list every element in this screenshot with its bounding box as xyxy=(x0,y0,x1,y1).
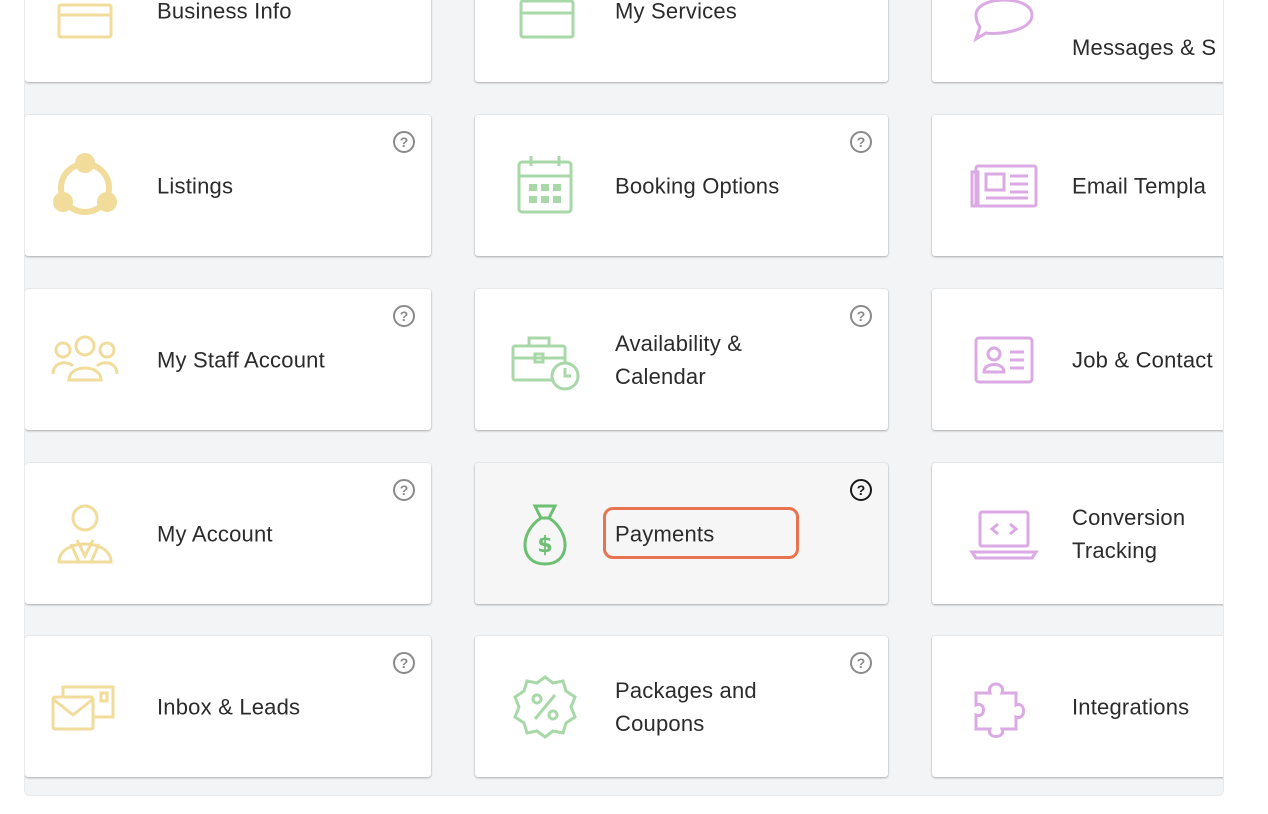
money-bag-icon: $ xyxy=(509,498,581,570)
card-my-services[interactable]: My Services xyxy=(475,0,888,82)
card-email-templates[interactable]: Email Templa xyxy=(932,115,1223,256)
card-label: Business Info xyxy=(157,0,292,24)
card-label: My Services xyxy=(615,0,737,24)
card-label: My Account xyxy=(157,521,273,546)
card-label: Job & Contact xyxy=(1072,347,1213,372)
card-inbox-leads[interactable]: Inbox & Leads ? xyxy=(25,636,431,777)
card-label: Inbox & Leads xyxy=(157,694,301,719)
card-booking-options[interactable]: Booking Options ? xyxy=(475,115,888,256)
help-icon[interactable]: ? xyxy=(850,479,872,501)
card-label: Availability & Calendar xyxy=(615,330,743,389)
chat-bubble-icon xyxy=(968,0,1040,47)
help-icon[interactable]: ? xyxy=(850,305,872,327)
card-my-account[interactable]: My Account ? xyxy=(25,463,431,604)
id-card-icon xyxy=(968,324,1040,396)
card-label: My Staff Account xyxy=(157,347,325,372)
svg-text:$: $ xyxy=(537,533,552,558)
card-label: Packages and Coupons xyxy=(615,677,757,736)
settings-panel: Business Info My Services Messages & S L… xyxy=(24,0,1224,796)
help-icon[interactable]: ? xyxy=(850,652,872,674)
help-icon[interactable]: ? xyxy=(393,479,415,501)
percent-badge-icon xyxy=(509,671,581,743)
card-messages[interactable]: Messages & S xyxy=(932,0,1223,82)
card-payments[interactable]: $ Payments ? xyxy=(475,463,888,604)
help-icon[interactable]: ? xyxy=(393,652,415,674)
card-listings[interactable]: Listings ? xyxy=(25,115,431,256)
box-icon xyxy=(511,0,583,47)
help-icon[interactable]: ? xyxy=(850,131,872,153)
card-label: Payments xyxy=(615,521,715,546)
group-users-icon xyxy=(49,324,121,396)
briefcase-clock-icon xyxy=(509,324,581,396)
card-conversion-tracking[interactable]: Conversion Tracking xyxy=(932,463,1223,604)
card-label: Integrations xyxy=(1072,694,1190,719)
card-label: Messages & S xyxy=(1072,35,1217,60)
laptop-code-icon xyxy=(968,498,1040,570)
card-job-contact[interactable]: Job & Contact xyxy=(932,289,1223,430)
puzzle-icon xyxy=(968,671,1040,743)
card-label: Email Templa xyxy=(1072,173,1207,198)
card-my-staff-account[interactable]: My Staff Account ? xyxy=(25,289,431,430)
help-icon[interactable]: ? xyxy=(393,305,415,327)
calendar-grid-icon xyxy=(509,150,581,222)
user-suit-icon xyxy=(49,498,121,570)
card-integrations[interactable]: Integrations xyxy=(932,636,1223,777)
network-circle-icon xyxy=(49,150,121,222)
business-card-icon xyxy=(49,0,121,47)
card-business-info[interactable]: Business Info xyxy=(25,0,431,82)
card-label: Booking Options xyxy=(615,173,780,198)
card-label: Listings xyxy=(157,173,234,198)
newspaper-icon xyxy=(968,150,1040,222)
help-icon[interactable]: ? xyxy=(393,131,415,153)
card-availability-calendar[interactable]: Availability & Calendar ? xyxy=(475,289,888,430)
mail-stack-icon xyxy=(49,671,121,743)
card-label: Conversion Tracking xyxy=(1072,504,1186,563)
card-packages-coupons[interactable]: Packages and Coupons ? xyxy=(475,636,888,777)
